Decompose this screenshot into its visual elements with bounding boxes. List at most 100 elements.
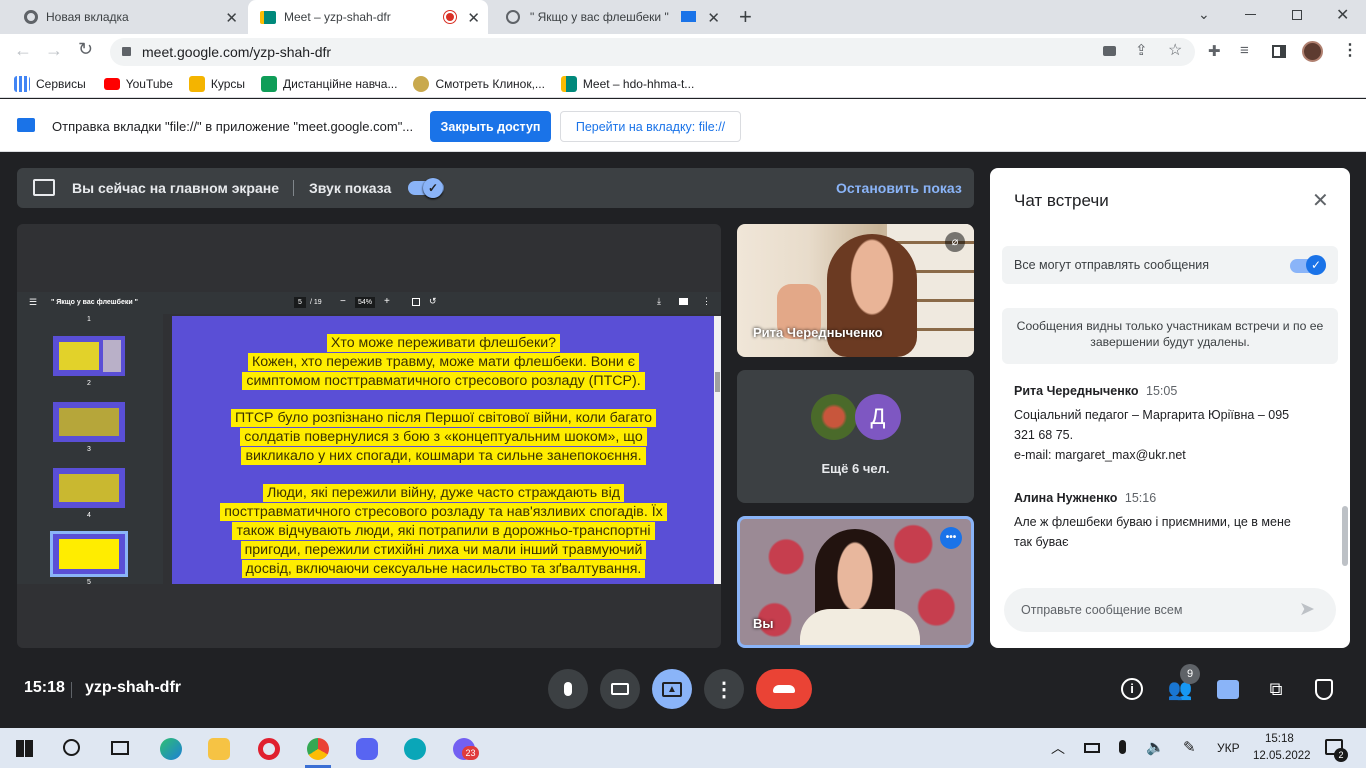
media-icon[interactable]: ≡ — [1240, 42, 1249, 59]
back-icon[interactable]: ← — [14, 40, 32, 61]
profile-avatar[interactable] — [1302, 41, 1323, 62]
participant-tile-self[interactable]: ••• Вы — [737, 516, 974, 648]
file-explorer-icon[interactable] — [208, 738, 230, 760]
close-tab-icon[interactable]: ✕ — [225, 9, 238, 27]
bookmarks-bar: Сервисы YouTube Курсы Дистанційне навча.… — [0, 70, 1366, 98]
mic-tray-icon[interactable] — [1119, 740, 1126, 754]
presentation-stage: ☰ " Якщо у вас флешбеки " 5 / 19 − 54% +… — [17, 224, 721, 648]
switch-tab-button[interactable]: Перейти на вкладку: file:// — [560, 111, 741, 142]
chat-input[interactable]: Отправьте сообщение всем ➤ — [1004, 588, 1336, 632]
opera-icon[interactable] — [258, 738, 280, 760]
tab-label: " Якщо у вас флешбеки " — [530, 10, 669, 24]
activities-button[interactable]: ⧉ — [1263, 676, 1289, 702]
slide-line-text: симптомом посттравматичного стресового р… — [242, 371, 645, 390]
pdf-scrollbar[interactable] — [714, 316, 721, 584]
infobar-message: Отправка вкладки "file://" в приложение … — [52, 119, 414, 134]
host-controls-button[interactable] — [1311, 676, 1337, 702]
chat-button[interactable] — [1215, 676, 1241, 702]
zoom-in-icon[interactable]: + — [384, 296, 390, 307]
presenting-message: Вы сейчас на главном экране — [72, 180, 280, 196]
start-icon[interactable] — [16, 740, 33, 757]
participant-tile-more[interactable]: Д Ещё 6 чел. — [737, 370, 974, 503]
chat-scrollbar[interactable] — [1342, 506, 1348, 566]
camera-icon[interactable] — [1103, 46, 1116, 56]
clock-time[interactable]: 15:18 — [1265, 733, 1294, 745]
discord-icon[interactable] — [356, 738, 378, 760]
thumbnail-page-3[interactable] — [53, 402, 125, 442]
more-options-button[interactable]: ⋮ — [704, 669, 744, 709]
audio-toggle-knob[interactable]: ✓ — [423, 178, 443, 198]
bookmark-courses[interactable]: Курсы — [188, 75, 245, 92]
thumb-number: 5 — [87, 579, 91, 586]
search-icon[interactable] — [63, 739, 80, 756]
download-icon[interactable]: ⤓ — [657, 296, 661, 307]
activities-icon: ⧉ — [1269, 678, 1283, 699]
tab-search-icon[interactable]: ⌄ — [1198, 6, 1210, 23]
microphone-button[interactable] — [548, 669, 588, 709]
present-button[interactable]: ▲ — [652, 669, 692, 709]
side-panel-icon[interactable] — [1272, 45, 1286, 58]
reload-icon[interactable]: ↻ — [78, 39, 93, 60]
tray-chevron-icon[interactable]: ︿ — [1051, 738, 1065, 758]
task-view-icon[interactable] — [111, 741, 129, 755]
chrome-taskbar-icon[interactable] — [307, 738, 329, 760]
present-icon — [33, 179, 55, 196]
close-tab-icon[interactable]: ✕ — [467, 9, 480, 27]
bookmark-star-icon[interactable]: ☆ — [1168, 40, 1182, 60]
close-chat-icon[interactable]: ✕ — [1312, 188, 1329, 213]
tab-meet[interactable]: Meet – yzp-shah-dfr ✕ — [248, 0, 488, 34]
language-indicator[interactable]: УКР — [1217, 741, 1240, 755]
bookmark-apps[interactable]: Сервисы — [14, 75, 86, 92]
minimize-icon[interactable] — [1245, 14, 1256, 15]
tab-new-tab[interactable]: Новая вкладка ✕ — [8, 0, 246, 34]
pdf-menu-icon[interactable]: ☰ — [29, 297, 37, 308]
pen-icon[interactable]: ✎ — [1183, 738, 1196, 756]
tab-pdf[interactable]: " Якщо у вас флешбеки " ✕ — [490, 0, 728, 34]
close-window-icon[interactable]: ✕ — [1336, 5, 1349, 25]
bookmark-youtube[interactable]: YouTube — [103, 77, 173, 91]
print-icon[interactable] — [679, 298, 688, 305]
address-bar[interactable]: meet.google.com/yzp-shah-dfr ⇪ ☆ — [110, 38, 1195, 66]
zoom-out-icon[interactable]: − — [340, 296, 346, 307]
thumbnail-page-5-selected[interactable] — [50, 531, 128, 577]
share-icon[interactable]: ⇪ — [1135, 41, 1148, 59]
stop-presenting-button[interactable]: Остановить показ — [836, 180, 962, 196]
bookmark-distance[interactable]: Дистанційне навча... — [261, 75, 397, 92]
thumbnail-page-4[interactable] — [53, 468, 125, 508]
restore-icon[interactable] — [1292, 10, 1302, 20]
send-icon[interactable]: ➤ — [1299, 598, 1315, 621]
clock-date[interactable]: 12.05.2022 — [1253, 750, 1311, 762]
meeting-info-button[interactable]: i — [1119, 676, 1145, 702]
creative-icon[interactable] — [404, 738, 426, 760]
camera-button[interactable] — [600, 669, 640, 709]
leave-call-button[interactable] — [756, 669, 812, 709]
new-tab-button[interactable]: + — [739, 4, 752, 30]
chat-permission-knob[interactable]: ✓ — [1306, 255, 1326, 275]
edge-icon[interactable] — [160, 738, 182, 760]
forward-icon[interactable]: → — [45, 40, 63, 61]
self-label: Вы — [753, 616, 774, 631]
thumbnail-sidebar: 1 2 3 4 5 — [17, 314, 163, 586]
chat-notice: Сообщения видны только участникам встреч… — [1002, 308, 1338, 364]
battery-icon[interactable] — [1084, 743, 1100, 753]
divider — [71, 682, 72, 698]
rotate-icon[interactable]: ↺ — [429, 296, 437, 307]
site-icon — [413, 75, 430, 92]
slide-line: посттравматичного стресового розладу та … — [172, 503, 715, 522]
fit-page-icon[interactable] — [412, 298, 420, 306]
participant-tile-rita[interactable]: ⌀ Рита Чередныченко — [737, 224, 974, 357]
participant-name: Рита Чередныченко — [753, 325, 883, 340]
thumbnail-page-2[interactable] — [53, 336, 125, 376]
extensions-icon[interactable]: ✚ — [1208, 42, 1221, 60]
pdf-more-icon[interactable]: ⋮ — [702, 296, 711, 307]
pdf-toolbar: ☰ " Якщо у вас флешбеки " 5 / 19 − 54% +… — [17, 292, 721, 314]
close-tab-icon[interactable]: ✕ — [707, 9, 720, 27]
bookmark-anime[interactable]: Смотреть Клинок,... — [413, 75, 545, 92]
volume-icon[interactable]: 🔈 — [1146, 738, 1165, 756]
pdf-zoom-input[interactable]: 54% — [355, 297, 375, 308]
bookmark-meet[interactable]: Meet – hdo-hhma-t... — [560, 75, 694, 92]
stop-sharing-button[interactable]: Закрыть доступ — [430, 111, 551, 142]
menu-icon[interactable]: ⋮ — [1342, 40, 1358, 60]
slide-line-text: викликало у них спогади, кошмари та силь… — [241, 446, 646, 465]
pdf-page-input[interactable]: 5 — [294, 297, 306, 308]
